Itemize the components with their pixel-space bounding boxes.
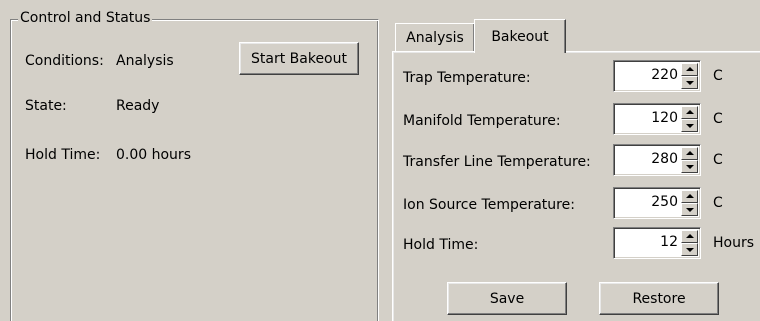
ion-source-temperature-spinbox[interactable]: 250: [613, 187, 701, 219]
spin-down-icon[interactable]: [681, 243, 698, 256]
spin-up-icon[interactable]: [681, 106, 698, 119]
bakeout-hold-time-unit: Hours: [713, 235, 755, 251]
save-button[interactable]: Save: [447, 282, 567, 315]
control-status-title: Control and Status: [18, 10, 153, 26]
spin-down-icon[interactable]: [681, 76, 698, 89]
tab-bakeout[interactable]: Bakeout: [474, 19, 566, 53]
manifold-temperature-label: Manifold Temperature:: [403, 113, 561, 129]
spin-up-icon[interactable]: [681, 230, 698, 243]
trap-temperature-spinbox[interactable]: 220: [613, 60, 701, 92]
spin-up-icon[interactable]: [681, 147, 698, 160]
trap-temperature-label: Trap Temperature:: [403, 70, 531, 86]
ion-source-temperature-label: Ion Source Temperature:: [403, 197, 575, 213]
transfer-line-temperature-value[interactable]: 280: [651, 145, 678, 175]
spin-down-icon[interactable]: [681, 160, 698, 173]
manifold-temperature-value[interactable]: 120: [651, 104, 678, 134]
bakeout-hold-time-label: Hold Time:: [403, 237, 479, 253]
restore-button[interactable]: Restore: [599, 282, 719, 315]
spin-up-icon[interactable]: [681, 190, 698, 203]
ion-source-temperature-value[interactable]: 250: [651, 188, 678, 218]
conditions-value: Analysis: [116, 53, 174, 69]
spin-down-icon[interactable]: [681, 119, 698, 132]
manifold-temperature-spinbox[interactable]: 120: [613, 103, 701, 135]
spin-down-icon[interactable]: [681, 203, 698, 216]
hold-time-label: Hold Time:: [25, 147, 101, 163]
manifold-temperature-unit: C: [713, 111, 723, 127]
transfer-line-temperature-unit: C: [713, 152, 723, 168]
spin-up-icon[interactable]: [681, 63, 698, 76]
start-bakeout-button[interactable]: Start Bakeout: [239, 42, 359, 75]
transfer-line-temperature-label: Transfer Line Temperature:: [403, 154, 591, 170]
state-value: Ready: [116, 98, 160, 114]
bakeout-hold-time-value[interactable]: 12: [660, 228, 678, 258]
ion-source-temperature-unit: C: [713, 195, 723, 211]
trap-temperature-unit: C: [713, 68, 723, 84]
state-label: State:: [25, 98, 67, 114]
tab-analysis[interactable]: Analysis: [395, 23, 475, 52]
bakeout-hold-time-spinbox[interactable]: 12: [613, 227, 701, 259]
trap-temperature-value[interactable]: 220: [651, 61, 678, 91]
bakeout-tab-panel: [392, 51, 760, 321]
conditions-label: Conditions:: [25, 53, 104, 69]
transfer-line-temperature-spinbox[interactable]: 280: [613, 144, 701, 176]
hold-time-value: 0.00 hours: [116, 147, 191, 163]
